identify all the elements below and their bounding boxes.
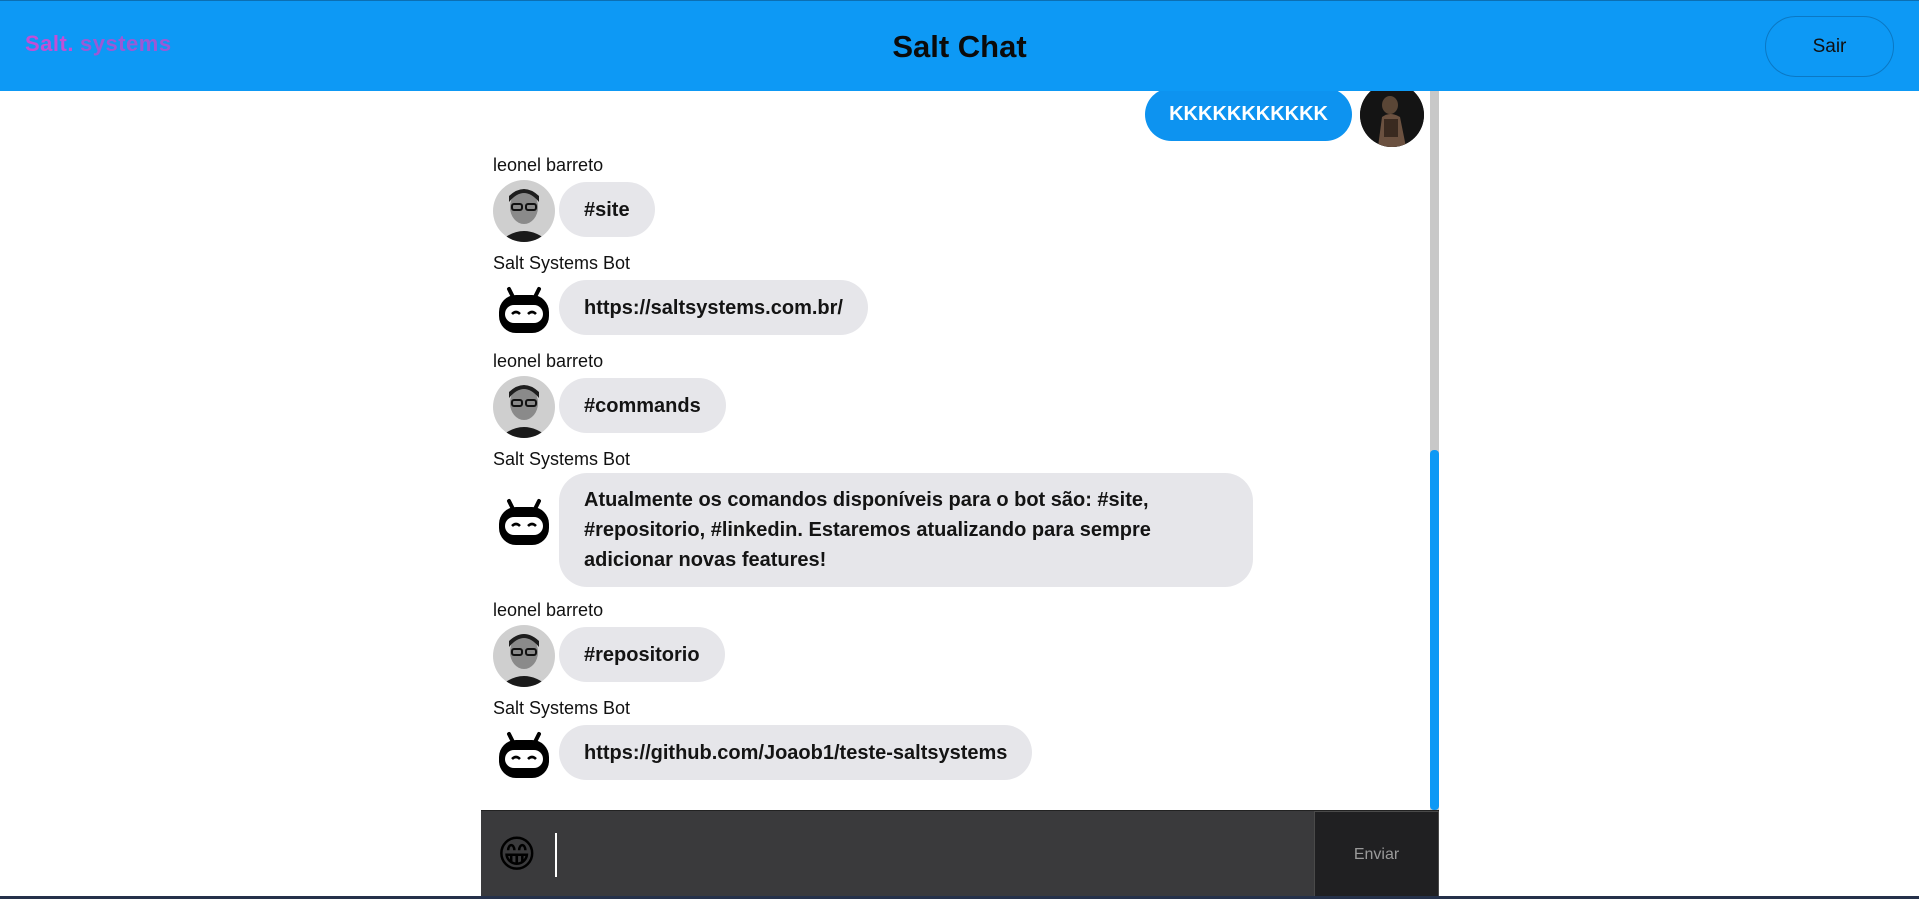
bot-icon xyxy=(493,724,555,786)
user-avatar xyxy=(493,625,555,687)
send-button[interactable]: Enviar xyxy=(1314,811,1439,899)
message-bubble: #repositorio xyxy=(559,627,725,682)
logout-button[interactable]: Sair xyxy=(1765,16,1894,77)
emoji-picker-icon[interactable]: 😁 xyxy=(497,833,537,877)
message-bubble: #commands xyxy=(559,378,726,433)
user-avatar xyxy=(493,376,555,438)
own-avatar xyxy=(1360,91,1424,147)
page-title: Salt Chat xyxy=(892,29,1027,64)
message-bubble: #site xyxy=(559,182,655,237)
message-input[interactable] xyxy=(555,833,1295,877)
chat-messages[interactable]: KKKKKKKKKKK leonel barreto #site Salt Sy… xyxy=(481,91,1439,810)
message-sender: leonel barreto xyxy=(493,600,604,620)
scrollbar-thumb[interactable] xyxy=(1430,450,1439,810)
message-bubble[interactable]: https://saltsystems.com.br/ xyxy=(559,280,868,335)
bot-icon xyxy=(493,491,555,553)
message-bubble[interactable]: https://github.com/Joaob1/teste-saltsyst… xyxy=(559,725,1033,780)
message-sender: Salt Systems Bot xyxy=(493,253,631,273)
bot-icon xyxy=(493,279,555,341)
message-bubble: Atualmente os comandos disponíveis para … xyxy=(559,473,1253,587)
app-header: Salt. systems Salt Chat Sair xyxy=(0,0,1919,91)
user-avatar xyxy=(493,180,555,242)
message-sender: Salt Systems Bot xyxy=(493,449,631,469)
message-sender: Salt Systems Bot xyxy=(493,698,631,718)
own-message-bubble: KKKKKKKKKKK xyxy=(1145,91,1352,141)
message-composer: 😁 Enviar xyxy=(481,810,1439,899)
message-sender: leonel barreto xyxy=(493,155,604,175)
message-sender: leonel barreto xyxy=(493,351,604,371)
chat-scrollbar[interactable] xyxy=(1430,91,1439,810)
